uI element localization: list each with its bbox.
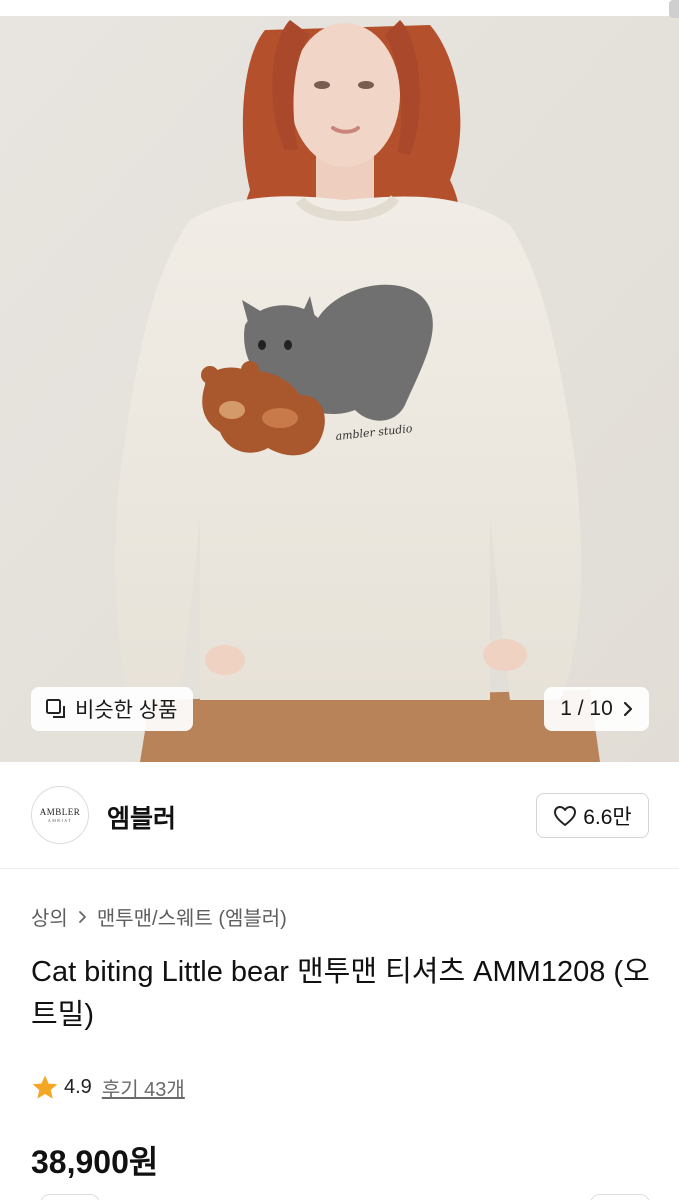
brand-logo[interactable]: AMBLER AMBIAT [31,786,89,844]
bottom-action-partial[interactable] [40,1194,100,1200]
breadcrumb-item-category[interactable]: 상의 [31,902,68,931]
bottom-action-partial-right[interactable] [590,1194,650,1200]
product-image-gallery[interactable]: ambler studio 비슷한 상품 1 / 10 [0,0,679,762]
heart-outline-icon [554,805,577,826]
brand-logo-text: AMBLER [39,807,81,817]
breadcrumb-item-subcategory[interactable]: 맨투맨/스웨트 (엠블러) [97,902,287,931]
star-icon [32,1075,58,1099]
similar-items-icon [46,699,65,718]
product-price: 38,900원 [31,1144,159,1180]
rating-score: 4.9 [64,1076,92,1098]
product-photo: ambler studio [0,0,679,762]
brand-row: AMBLER AMBIAT 엠블러 6.6만 [0,762,679,869]
image-counter-button[interactable]: 1 / 10 [544,687,649,731]
chevron-right-icon [623,701,632,717]
chevron-right-small-icon [78,910,86,923]
similar-items-button[interactable]: 비슷한 상품 [31,687,194,731]
image-counter-text: 1 / 10 [560,697,613,720]
breadcrumb: 상의 맨투맨/스웨트 (엠블러) [31,902,287,931]
similar-items-label: 비슷한 상품 [75,699,178,722]
rating-row: 4.9 후기 43개 [31,1073,185,1102]
like-count: 6.6만 [583,805,632,829]
reviews-link[interactable]: 후기 43개 [102,1073,185,1102]
brand-like-button[interactable]: 6.6만 [536,793,649,838]
brand-name-link[interactable]: 엠블러 [107,799,176,835]
brand-logo-subtext: AMBIAT [47,818,73,823]
scrollbar-thumb[interactable] [669,0,679,18]
product-title: Cat biting Little bear 맨투맨 티셔츠 AMM1208 (… [31,956,650,1031]
top-white-band [0,0,679,16]
